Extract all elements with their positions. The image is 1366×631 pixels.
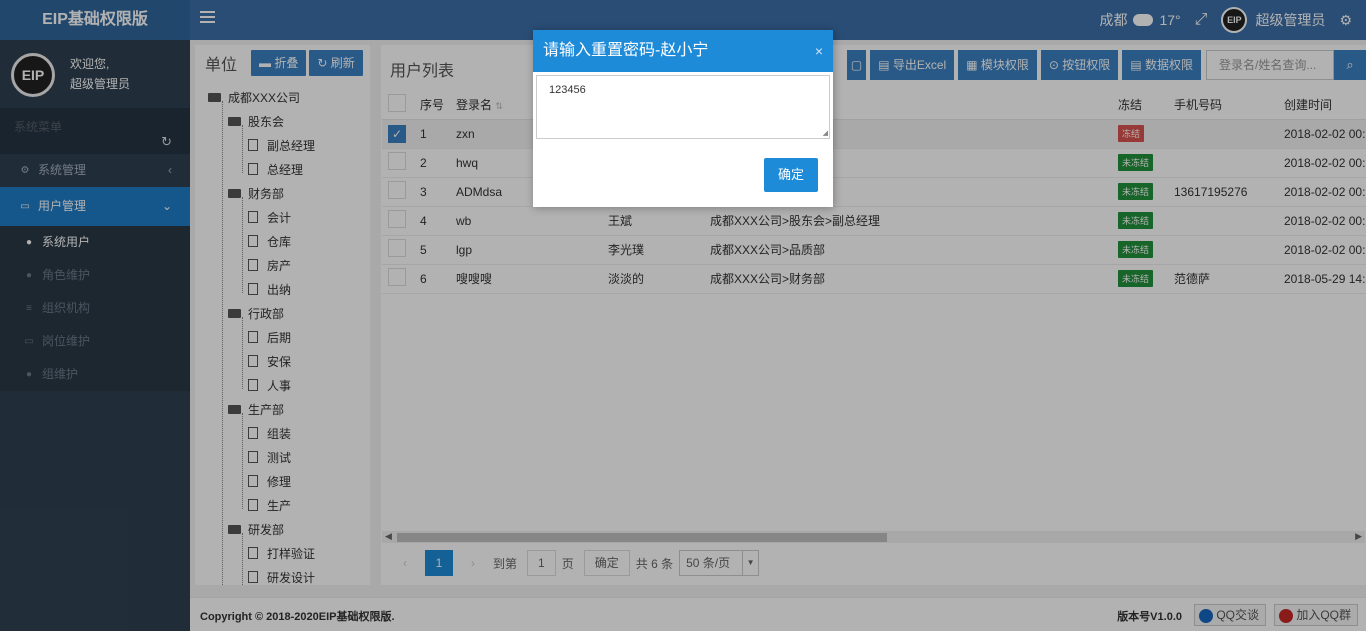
reset-password-dialog: 请输入重置密码-赵小宁 × 123456 ◢ 确定: [533, 30, 833, 207]
password-textarea[interactable]: 123456 ◢: [536, 75, 830, 139]
close-icon[interactable]: ×: [815, 30, 823, 72]
password-value: 123456: [549, 84, 586, 96]
confirm-button[interactable]: 确定: [764, 158, 818, 192]
dialog-title: 请输入重置密码-赵小宁: [543, 42, 709, 59]
resize-handle-icon[interactable]: ◢: [823, 129, 828, 137]
